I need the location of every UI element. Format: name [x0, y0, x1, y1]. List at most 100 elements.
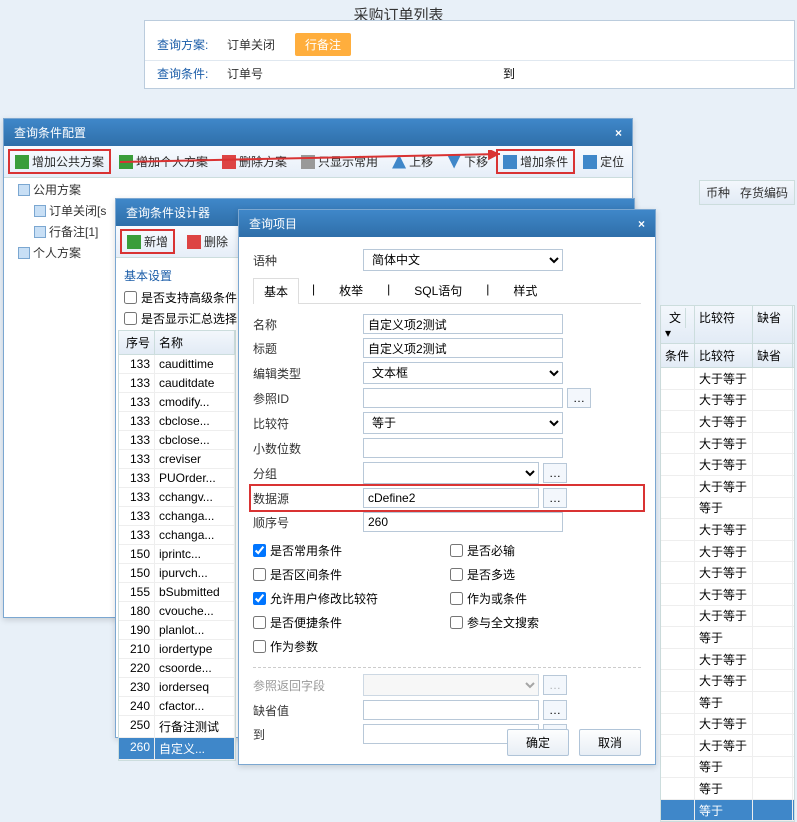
chk-allow-user-cmp[interactable]: 允许用户修改比较符: [253, 588, 444, 609]
refid-browse-button[interactable]: …: [567, 388, 591, 408]
table-row[interactable]: 133PUOrder...: [119, 469, 235, 488]
title-input[interactable]: [363, 338, 563, 358]
add-condition-button[interactable]: 增加条件: [496, 149, 575, 174]
table-row[interactable]: 大于等于: [661, 433, 794, 455]
chk-param[interactable]: 作为参数: [253, 636, 444, 657]
chk-quick[interactable]: 是否便捷条件: [253, 612, 444, 633]
table-row[interactable]: 等于: [661, 498, 794, 520]
table-row[interactable]: 133caudittime: [119, 355, 235, 374]
table-row[interactable]: 150iprintc...: [119, 545, 235, 564]
def-label: 缺省值: [253, 702, 359, 719]
table-row[interactable]: 260自定义...: [119, 738, 235, 760]
table-row[interactable]: 133cbclose...: [119, 412, 235, 431]
ds-input[interactable]: [363, 488, 539, 508]
ord-input[interactable]: [363, 512, 563, 532]
lang-select[interactable]: 简体中文: [363, 249, 563, 271]
table-row[interactable]: 等于: [661, 757, 794, 779]
table-row[interactable]: 180cvouche...: [119, 602, 235, 621]
table-row[interactable]: 133creviser: [119, 450, 235, 469]
ok-button[interactable]: 确定: [507, 729, 569, 756]
table-row[interactable]: 大于等于: [661, 606, 794, 628]
delete-button[interactable]: 删除: [181, 229, 234, 254]
table-row[interactable]: 133cbclose...: [119, 431, 235, 450]
table-row[interactable]: 190planlot...: [119, 621, 235, 640]
add-public-scheme-button[interactable]: 增加公共方案: [8, 149, 111, 174]
close-icon[interactable]: ×: [615, 126, 622, 140]
filter-icon: [301, 155, 315, 169]
move-down-button[interactable]: 下移: [441, 150, 494, 173]
table-row[interactable]: 大于等于: [661, 454, 794, 476]
row-remark-button[interactable]: 行备注: [295, 33, 351, 56]
item-title-bar[interactable]: 查询项目 ×: [239, 210, 655, 237]
table-row[interactable]: 大于等于: [661, 735, 794, 757]
table-row[interactable]: 210iordertype: [119, 640, 235, 659]
dec-input[interactable]: [363, 438, 563, 458]
name-input[interactable]: [363, 314, 563, 334]
table-row[interactable]: 150ipurvch...: [119, 564, 235, 583]
chk-required[interactable]: 是否必输: [450, 540, 641, 561]
table-row[interactable]: 等于: [661, 778, 794, 800]
table-row[interactable]: 133cauditdate: [119, 374, 235, 393]
delete-scheme-button[interactable]: 删除方案: [216, 150, 293, 173]
chk-common[interactable]: 是否常用条件: [253, 540, 444, 561]
def-input[interactable]: [363, 700, 539, 720]
table-row[interactable]: 等于: [661, 800, 794, 822]
move-up-button[interactable]: 上移: [386, 150, 439, 173]
tree-item[interactable]: 行备注[1]: [26, 221, 116, 242]
ds-label: 数据源: [253, 490, 359, 507]
tree-item[interactable]: 订单关闭[s: [26, 200, 116, 221]
folder-icon: [18, 247, 30, 259]
cmp-select[interactable]: 等于: [363, 412, 563, 434]
locate-button[interactable]: 定位: [577, 150, 630, 173]
chk-or[interactable]: 作为或条件: [450, 588, 641, 609]
table-row[interactable]: 133cmodify...: [119, 393, 235, 412]
grp-select[interactable]: [363, 462, 539, 484]
table-row[interactable]: 155bSubmitted: [119, 583, 235, 602]
config-title-bar[interactable]: 查询条件配置 ×: [4, 119, 632, 146]
chk-multi[interactable]: 是否多选: [450, 564, 641, 585]
table-row[interactable]: 250行备注测试: [119, 716, 235, 738]
table-row[interactable]: 大于等于: [661, 390, 794, 412]
table-row[interactable]: 133cchanga...: [119, 507, 235, 526]
grp-browse-button[interactable]: …: [543, 463, 567, 483]
table-row[interactable]: 大于等于: [661, 562, 794, 584]
table-row[interactable]: 大于等于: [661, 649, 794, 671]
chk-fulltext[interactable]: 参与全文搜索: [450, 612, 641, 633]
close-icon[interactable]: ×: [638, 217, 645, 231]
tab-sql[interactable]: SQL语句: [403, 277, 473, 303]
tab-style[interactable]: 样式: [502, 277, 548, 303]
tab-basic[interactable]: 基本: [253, 278, 299, 304]
table-row[interactable]: 大于等于: [661, 519, 794, 541]
edit-type-select[interactable]: 文本框: [363, 362, 563, 384]
table-row[interactable]: 大于等于: [661, 368, 794, 390]
ds-browse-button[interactable]: …: [543, 488, 567, 508]
tree-private-root[interactable]: 个人方案: [10, 242, 116, 263]
table-row[interactable]: 133cchanga...: [119, 526, 235, 545]
tabs: 基本| 枚举| SQL语句| 样式: [253, 277, 641, 304]
table-row[interactable]: 133cchangv...: [119, 488, 235, 507]
show-common-button[interactable]: 只显示常用: [295, 150, 384, 173]
table-row[interactable]: 大于等于: [661, 476, 794, 498]
delete-icon: [222, 155, 236, 169]
cancel-button[interactable]: 取消: [579, 729, 641, 756]
def-browse-button[interactable]: …: [543, 700, 567, 720]
new-button[interactable]: 新增: [120, 229, 175, 254]
cmp-label: 比较符: [253, 415, 359, 432]
table-row[interactable]: 大于等于: [661, 541, 794, 563]
table-row[interactable]: 大于等于: [661, 714, 794, 736]
table-row[interactable]: 大于等于: [661, 584, 794, 606]
col-def: 缺省: [753, 306, 793, 343]
title-label: 标题: [253, 340, 359, 357]
table-row[interactable]: 230iorderseq: [119, 678, 235, 697]
chk-range[interactable]: 是否区间条件: [253, 564, 444, 585]
table-row[interactable]: 大于等于: [661, 411, 794, 433]
add-private-scheme-button[interactable]: 增加个人方案: [113, 150, 214, 173]
refid-input[interactable]: [363, 388, 563, 408]
table-row[interactable]: 等于: [661, 692, 794, 714]
table-row[interactable]: 240cfactor...: [119, 697, 235, 716]
table-row[interactable]: 等于: [661, 627, 794, 649]
tab-enum[interactable]: 枚举: [328, 277, 374, 303]
table-row[interactable]: 大于等于: [661, 670, 794, 692]
tree-public-root[interactable]: 公用方案: [10, 179, 116, 200]
table-row[interactable]: 220csoorde...: [119, 659, 235, 678]
